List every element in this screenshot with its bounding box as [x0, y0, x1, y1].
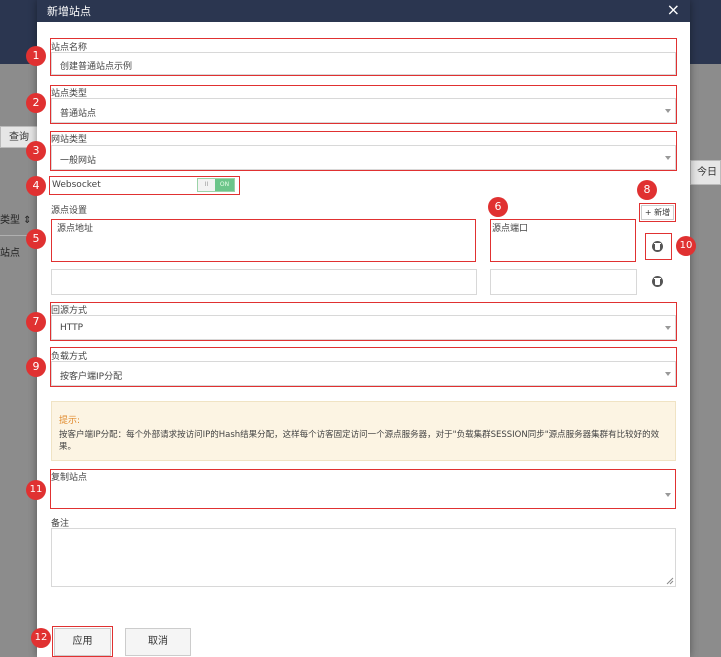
origin-settings-label: 源点设置 — [51, 206, 88, 216]
back-to-origin-value: HTTP — [60, 323, 84, 333]
toggle-on-side: ON — [215, 179, 234, 191]
remark-textarea[interactable] — [51, 528, 676, 587]
load-balance-select[interactable]: 按客户端IP分配 — [51, 361, 676, 386]
annotation-badge-8: 8 — [637, 180, 657, 200]
load-balance-value: 按客户端IP分配 — [60, 372, 123, 382]
annotation-badge-12: 12 — [31, 628, 51, 648]
annotation-badge-7: 7 — [26, 312, 46, 332]
annotation-badge-10: 10 — [676, 236, 696, 256]
dialog-title: 新增站点 — [47, 5, 91, 18]
annotation-badge-11: 11 — [26, 480, 46, 500]
site-name-value: 创建普通站点示例 — [60, 62, 133, 72]
background-column-type: 类型 ⇕ — [0, 215, 32, 226]
back-to-origin-select[interactable]: HTTP — [51, 315, 676, 340]
trash-icon[interactable] — [652, 241, 663, 252]
hint-box: 提示: 按客户端IP分配：每个外部请求按访问IP的Hash结果分配，这样每个访客… — [51, 401, 676, 461]
annotation-badge-2: 2 — [26, 93, 46, 113]
origin-port-input-2[interactable] — [490, 269, 637, 295]
close-icon[interactable]: × — [667, 0, 680, 20]
site-type-select[interactable]: 普通站点 — [51, 98, 676, 123]
resize-handle-icon[interactable] — [666, 577, 674, 585]
annotation-badge-3: 3 — [26, 141, 46, 161]
web-type-select[interactable]: 一般网站 — [51, 145, 676, 170]
dialog-title-bar: 新增站点 × — [37, 0, 690, 22]
web-type-label: 网站类型 — [51, 135, 88, 145]
apply-button[interactable]: 应用 — [54, 628, 111, 656]
chevron-down-icon — [665, 372, 671, 376]
cancel-button[interactable]: 取消 — [125, 628, 191, 656]
origin-address-input[interactable] — [53, 233, 474, 260]
web-type-value: 一般网站 — [60, 156, 97, 166]
origin-address-input-2[interactable] — [51, 269, 477, 295]
site-name-input[interactable]: 创建普通站点示例 — [51, 52, 676, 75]
chevron-down-icon — [665, 109, 671, 113]
chevron-down-icon — [665, 326, 671, 330]
trash-icon[interactable] — [652, 276, 663, 287]
annotation-badge-1: 1 — [26, 46, 46, 66]
chevron-down-icon — [665, 493, 671, 497]
background-today-button[interactable]: 今日 — [690, 160, 721, 185]
annotation-badge-4: 4 — [26, 176, 46, 196]
annotation-badge-5: 5 — [26, 229, 46, 249]
websocket-label: Websocket — [52, 180, 101, 190]
copy-site-select[interactable] — [51, 482, 675, 508]
annotation-badge-9: 9 — [26, 357, 46, 377]
chevron-down-icon — [665, 156, 671, 160]
toggle-off-side: II — [198, 179, 215, 191]
site-type-value: 普通站点 — [60, 109, 97, 119]
origin-port-input[interactable] — [492, 233, 634, 260]
hint-title: 提示: — [59, 416, 81, 426]
add-origin-button[interactable]: + 新增 — [641, 205, 674, 220]
annotation-badge-6: 6 — [488, 197, 508, 217]
hint-text: 按客户端IP分配：每个外部请求按访问IP的Hash结果分配，这样每个访客固定访问… — [59, 430, 660, 452]
websocket-toggle[interactable]: II ON — [197, 178, 235, 192]
